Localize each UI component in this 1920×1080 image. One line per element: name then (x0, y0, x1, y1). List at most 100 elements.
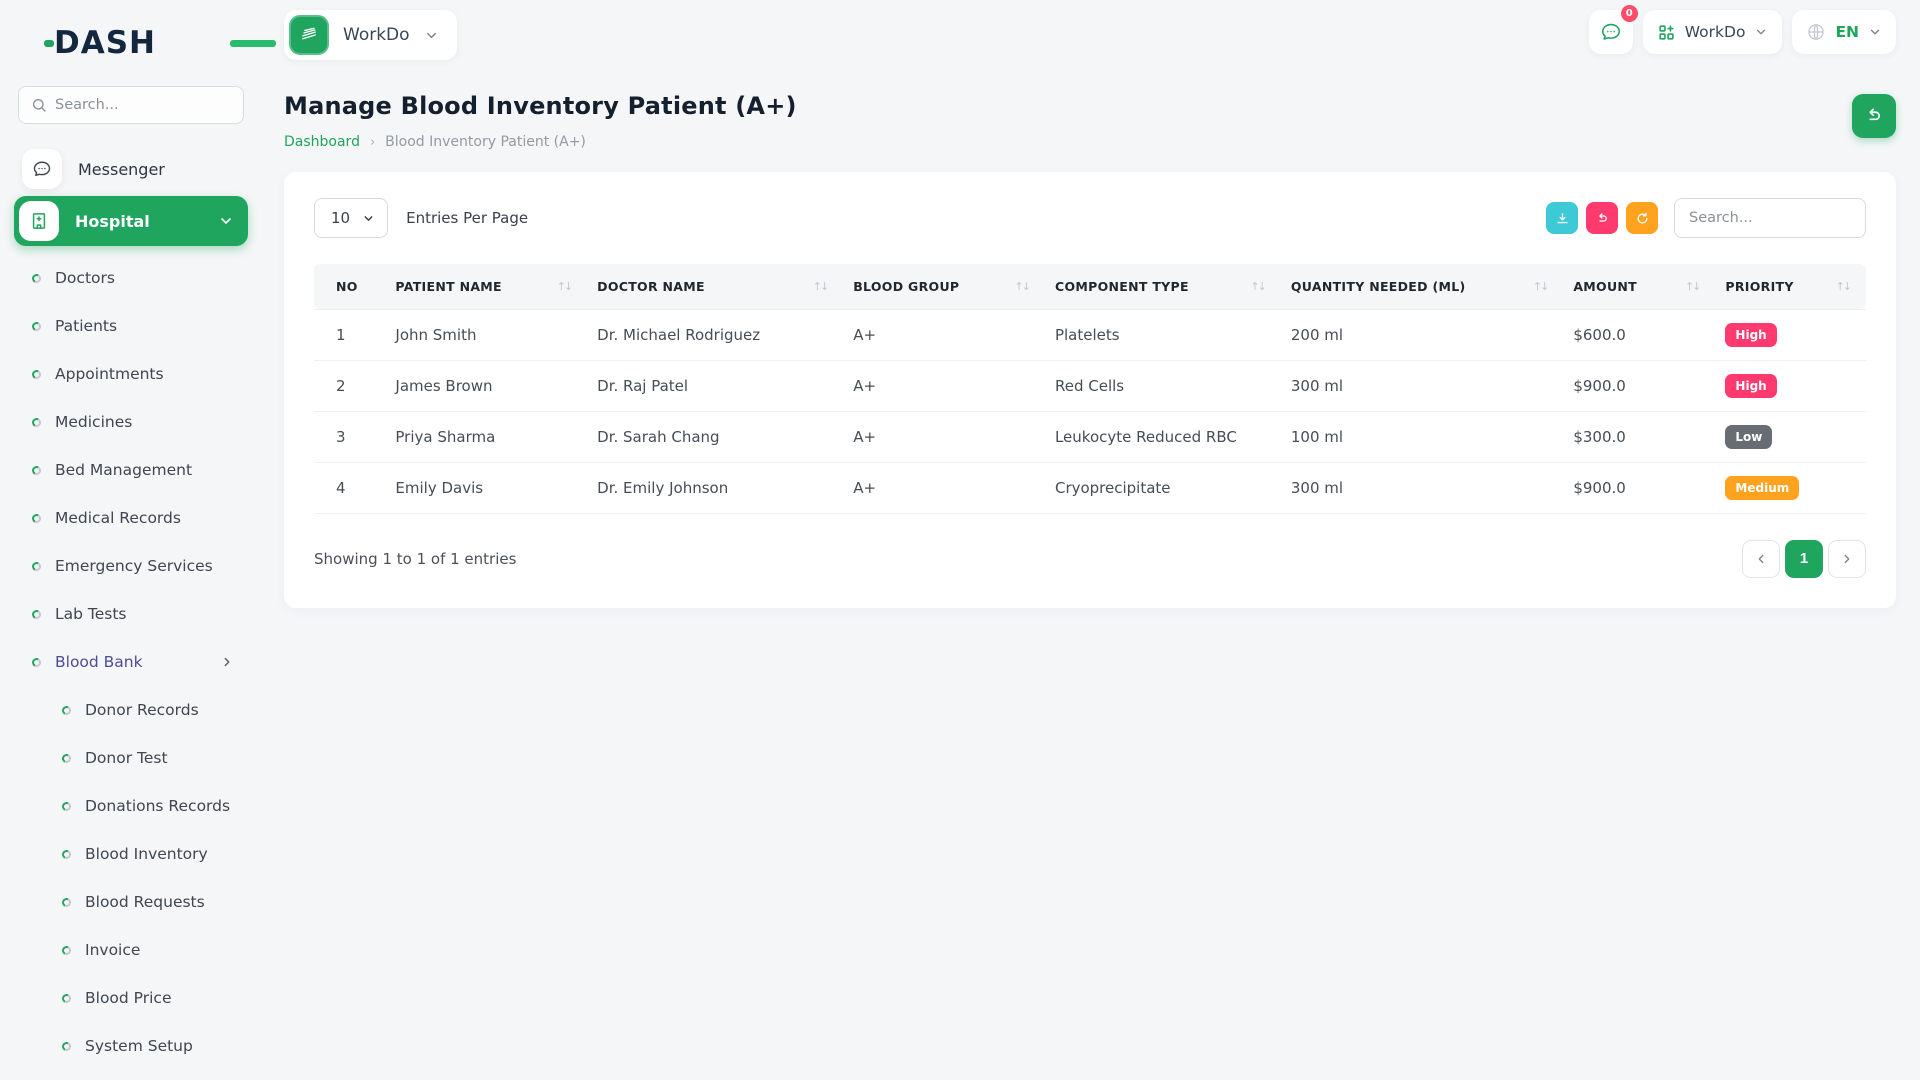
column-header-amount[interactable]: AMOUNT↑↓ (1563, 264, 1715, 309)
main-content: WorkDo 0 WorkDo (262, 0, 1920, 1080)
cell-component-type: Platelets (1045, 309, 1281, 360)
back-button[interactable] (1852, 94, 1896, 138)
cell-no: 2 (314, 360, 385, 411)
sidebar: DASH Messenger Hospital Doctors Patients… (0, 0, 262, 1080)
data-card: 10 Entries Per Page (284, 172, 1896, 608)
sidebar-item-hospital[interactable]: Hospital (14, 196, 248, 246)
table-search-input[interactable] (1674, 198, 1866, 238)
column-header-no[interactable]: NO (314, 264, 385, 309)
sidebar-item-bed-management[interactable]: Bed Management (14, 446, 248, 494)
column-header-patient-name[interactable]: PATIENT NAME↑↓ (385, 264, 587, 309)
sidebar-item-blood-requests[interactable]: Blood Requests (14, 878, 248, 926)
pagination: 1 (1742, 540, 1866, 578)
sidebar-item-lab-tests[interactable]: Lab Tests (14, 590, 248, 638)
breadcrumb-dashboard-link[interactable]: Dashboard (284, 134, 360, 150)
sidebar-item-emergency-services[interactable]: Emergency Services (14, 542, 248, 590)
sidebar-item-appointments[interactable]: Appointments (14, 350, 248, 398)
entries-summary: Showing 1 to 1 of 1 entries (314, 550, 516, 568)
cell-no: 4 (314, 462, 385, 513)
sidebar-search[interactable] (18, 86, 244, 124)
bullet-icon (31, 464, 42, 475)
sidebar-item-donor-test[interactable]: Donor Test (14, 734, 248, 782)
table-controls: 10 Entries Per Page (314, 198, 1866, 238)
cell-patient-name: Emily Davis (385, 462, 587, 513)
cell-amount: $900.0 (1563, 462, 1715, 513)
pagination-page-1-button[interactable]: 1 (1785, 540, 1823, 578)
undo-arrow-icon (1864, 106, 1884, 126)
sort-icon: ↑↓ (1533, 280, 1553, 293)
sidebar-item-messenger[interactable]: Messenger (14, 146, 248, 192)
breadcrumb-separator: › (370, 135, 375, 150)
bullet-icon (31, 512, 42, 523)
sidebar-item-label: Donor Test (85, 749, 248, 767)
export-button[interactable] (1546, 202, 1578, 234)
cell-component-type: Leukocyte Reduced RBC (1045, 411, 1281, 462)
messages-button[interactable]: 0 (1589, 10, 1633, 54)
cell-patient-name: James Brown (385, 360, 587, 411)
sidebar-item-label: Appointments (55, 365, 248, 383)
refresh-button[interactable] (1626, 202, 1658, 234)
sort-icon: ↑↓ (1015, 280, 1035, 293)
cell-quantity: 300 ml (1281, 360, 1563, 411)
sidebar-item-label: Medicines (55, 413, 248, 431)
sidebar-item-label: Doctors (55, 269, 248, 287)
sidebar-item-donor-records[interactable]: Donor Records (14, 686, 248, 734)
sidebar-item-label: Hospital (75, 212, 202, 231)
column-header-blood-group[interactable]: BLOOD GROUP↑↓ (843, 264, 1045, 309)
sidebar-item-label: Donor Records (85, 701, 248, 719)
hospital-submenu: Doctors Patients Appointments Medicines … (14, 254, 248, 1080)
sidebar-item-label: Invoice (85, 941, 248, 959)
apps-menu-button[interactable]: WorkDo (1643, 10, 1783, 54)
search-icon (31, 97, 47, 113)
sidebar-item-patients[interactable]: Patients (14, 302, 248, 350)
column-header-doctor-name[interactable]: DOCTOR NAME↑↓ (587, 264, 843, 309)
chevron-right-icon (1840, 552, 1854, 566)
sidebar-item-invoice[interactable]: Invoice (14, 926, 248, 974)
sidebar-item-surgery[interactable]: Surgery (14, 1070, 248, 1080)
chevron-down-icon (362, 212, 375, 225)
sidebar-item-donations-records[interactable]: Donations Records (14, 782, 248, 830)
app-logo: DASH (54, 24, 248, 62)
cell-quantity: 300 ml (1281, 462, 1563, 513)
language-selector[interactable]: EN (1792, 10, 1896, 54)
sidebar-item-medicines[interactable]: Medicines (14, 398, 248, 446)
sidebar-item-label: Medical Records (55, 509, 248, 527)
breadcrumb-current: Blood Inventory Patient (A+) (385, 134, 586, 150)
bullet-icon (61, 704, 72, 715)
cell-quantity: 200 ml (1281, 309, 1563, 360)
pagination-next-button[interactable] (1828, 540, 1866, 578)
priority-badge: Low (1725, 425, 1772, 449)
apps-menu-label: WorkDo (1685, 23, 1746, 41)
sort-icon: ↑↓ (1836, 280, 1856, 293)
pagination-prev-button[interactable] (1742, 540, 1780, 578)
bullet-icon (61, 992, 72, 1003)
grid-plus-icon (1657, 23, 1676, 42)
sidebar-item-medical-records[interactable]: Medical Records (14, 494, 248, 542)
entries-per-page-select[interactable]: 10 (314, 198, 388, 238)
sidebar-item-label: Blood Price (85, 989, 248, 1007)
table-row: 4 Emily Davis Dr. Emily Johnson A+ Cryop… (314, 462, 1866, 513)
workspace-switcher[interactable]: WorkDo (284, 10, 457, 60)
column-header-component-type[interactable]: COMPONENT TYPE↑↓ (1045, 264, 1281, 309)
cell-blood-group: A+ (843, 309, 1045, 360)
table-header-row: NO PATIENT NAME↑↓ DOCTOR NAME↑↓ BLOOD GR… (314, 264, 1866, 309)
cell-no: 3 (314, 411, 385, 462)
sidebar-item-blood-inventory[interactable]: Blood Inventory (14, 830, 248, 878)
sidebar-item-blood-price[interactable]: Blood Price (14, 974, 248, 1022)
bullet-icon (61, 848, 72, 859)
bullet-icon (31, 272, 42, 283)
column-header-quantity-needed[interactable]: QUANTITY NEEDED (ML)↑↓ (1281, 264, 1563, 309)
sidebar-search-input[interactable] (55, 97, 231, 113)
cell-amount: $600.0 (1563, 309, 1715, 360)
page-title: Manage Blood Inventory Patient (A+) (284, 92, 1896, 120)
sidebar-item-label: Emergency Services (55, 557, 248, 575)
sidebar-item-blood-bank[interactable]: Blood Bank (14, 638, 248, 686)
sidebar-item-system-setup[interactable]: System Setup (14, 1022, 248, 1070)
sidebar-item-doctors[interactable]: Doctors (14, 254, 248, 302)
column-header-priority[interactable]: PRIORITY↑↓ (1715, 264, 1866, 309)
chevron-down-icon (218, 213, 234, 229)
reset-button[interactable] (1586, 202, 1618, 234)
chevron-left-icon (1754, 552, 1768, 566)
bullet-icon (31, 656, 42, 667)
refresh-icon (1635, 211, 1650, 226)
